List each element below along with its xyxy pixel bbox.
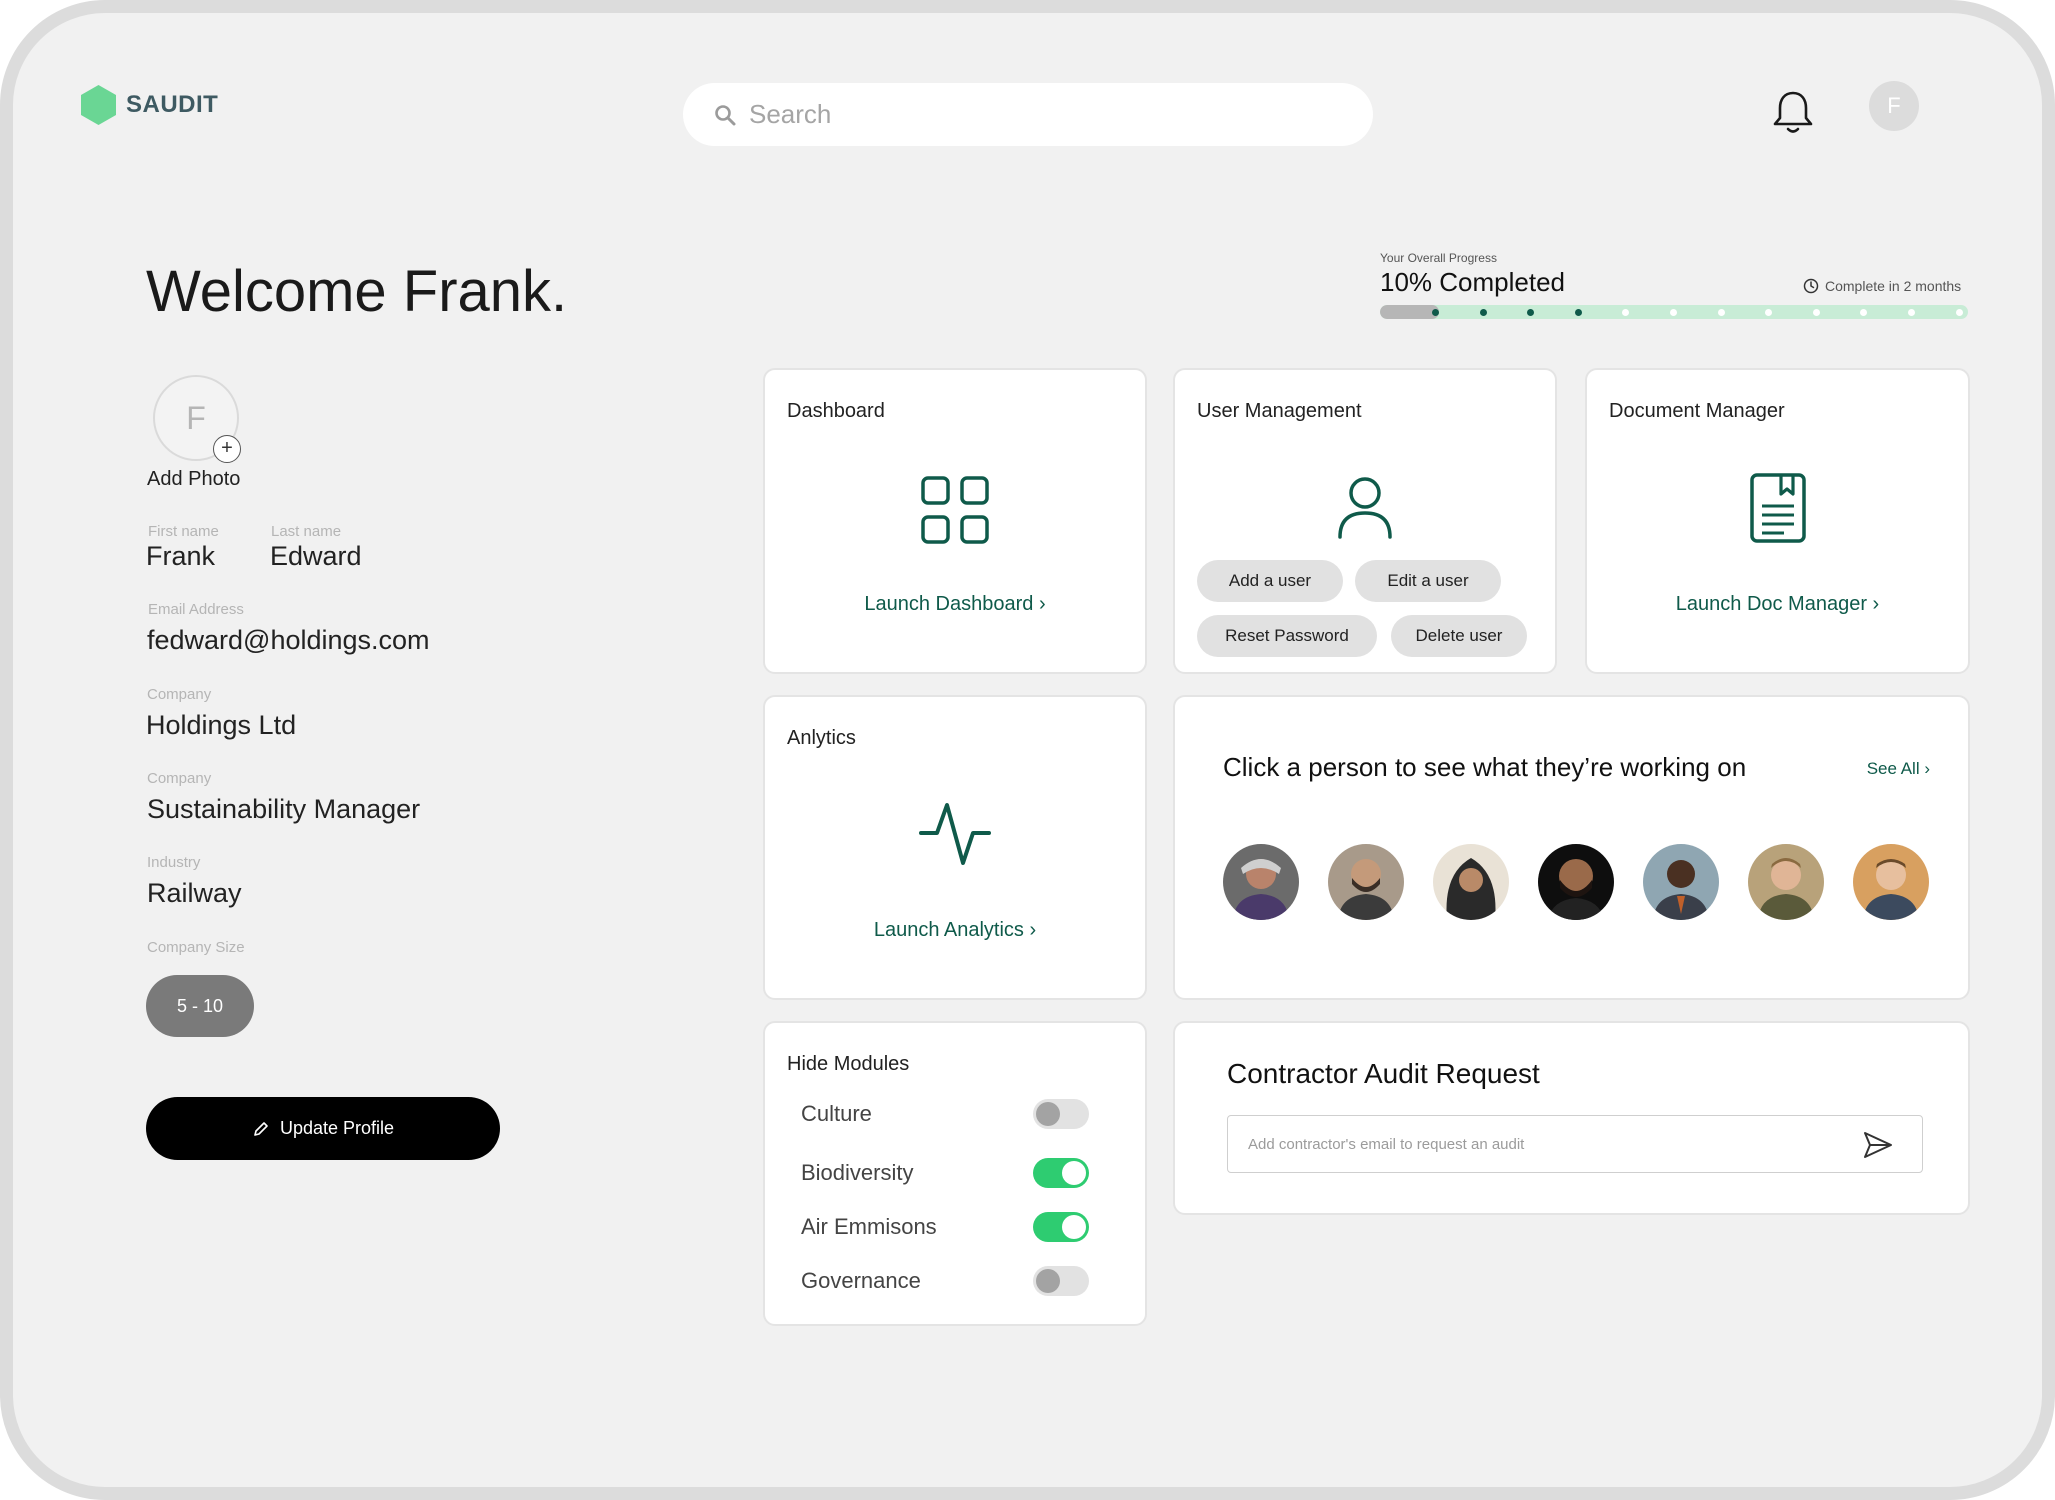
toggle-knob — [1036, 1269, 1060, 1293]
module-label: Biodiversity — [801, 1160, 914, 1185]
activity-pulse-icon — [919, 803, 991, 865]
last-name-value[interactable]: Edward — [270, 541, 362, 572]
progress-milestone-dot — [1574, 309, 1582, 316]
module-toggle[interactable] — [1033, 1158, 1089, 1188]
person-avatar[interactable] — [1433, 844, 1509, 920]
update-profile-label: Update Profile — [279, 1118, 395, 1138]
search-bar[interactable] — [683, 83, 1373, 146]
module-label: Governance — [801, 1268, 921, 1293]
progress-milestone-dot — [1908, 309, 1915, 316]
module-toggle[interactable] — [1033, 1266, 1089, 1296]
progress-caption: Your Overall Progress — [1380, 251, 1497, 265]
progress-milestone-dot — [1955, 309, 1963, 316]
delete-user-button[interactable]: Delete user — [1391, 615, 1527, 657]
analytics-title: Anlytics — [787, 727, 856, 749]
send-icon[interactable] — [1862, 1129, 1894, 1161]
toggle-knob — [1062, 1215, 1086, 1239]
progress-milestone-dot — [1432, 309, 1439, 316]
user-management-card: User Management Add a user Edit a user R… — [1173, 368, 1557, 674]
industry-value[interactable]: Railway — [147, 878, 242, 909]
analytics-card[interactable]: Anlytics Launch Analytics › — [763, 695, 1147, 1000]
clock-icon — [1803, 278, 1819, 294]
progress-milestone-dot — [1717, 309, 1725, 316]
user-management-title: User Management — [1197, 400, 1362, 422]
progress-milestone-dot — [1670, 309, 1677, 316]
module-toggle[interactable] — [1033, 1099, 1089, 1129]
see-all-link[interactable]: See All › — [1867, 759, 1930, 779]
progress-milestone-dot — [1479, 309, 1487, 316]
add-photo-label[interactable]: Add Photo — [147, 468, 240, 491]
hide-modules-title: Hide Modules — [787, 1053, 910, 1075]
role-label: Company — [147, 770, 212, 787]
search-input[interactable] — [749, 99, 1309, 130]
progress-eta: Complete in 2 months — [1803, 278, 1961, 294]
person-avatar[interactable] — [1853, 844, 1929, 920]
app-frame: SAUDIT F Welcome Frank. F + Add Photo Fi… — [0, 0, 2055, 1500]
person-avatar[interactable] — [1748, 844, 1824, 920]
company-size-label: Company Size — [147, 939, 245, 956]
industry-label: Industry — [147, 854, 201, 871]
dashboard-card-title: Dashboard — [787, 400, 885, 422]
user-icon — [1338, 477, 1392, 539]
brand-logo[interactable]: SAUDIT — [81, 85, 218, 125]
bell-icon[interactable] — [1769, 87, 1817, 137]
contractor-email-field[interactable] — [1227, 1115, 1923, 1173]
user-avatar[interactable]: F — [1869, 81, 1919, 131]
launch-analytics-link[interactable]: Launch Analytics › — [765, 919, 1145, 942]
email-value[interactable]: fedward@holdings.com — [147, 625, 430, 656]
company-size-pill[interactable]: 5 - 10 — [146, 975, 254, 1037]
company-value[interactable]: Holdings Ltd — [146, 710, 296, 741]
company-label: Company — [147, 686, 212, 703]
module-toggle[interactable] — [1033, 1212, 1089, 1242]
person-avatar[interactable] — [1643, 844, 1719, 920]
document-icon — [1749, 473, 1806, 543]
progress-title: 10% Completed — [1380, 267, 1565, 297]
add-photo-plus-icon[interactable]: + — [213, 435, 241, 463]
progress-fill — [1380, 305, 1439, 319]
grid-icon — [921, 476, 989, 544]
toggle-knob — [1062, 1161, 1086, 1185]
update-profile-button[interactable]: Update Profile — [146, 1097, 500, 1160]
person-avatar[interactable] — [1328, 844, 1404, 920]
toggle-knob — [1036, 1102, 1060, 1126]
pencil-icon — [254, 1121, 268, 1136]
document-manager-title: Document Manager — [1609, 400, 1785, 422]
email-label: Email Address — [148, 601, 244, 618]
dashboard-card[interactable]: Dashboard Launch Dashboard › — [763, 368, 1147, 674]
document-manager-card[interactable]: Document Manager Launch Doc Manager › — [1585, 368, 1970, 674]
last-name-label: Last name — [271, 523, 342, 540]
module-label: Culture — [801, 1101, 872, 1126]
launch-doc-manager-link[interactable]: Launch Doc Manager › — [1587, 593, 1968, 616]
progress-eta-text: Complete in 2 months — [1825, 278, 1962, 294]
progress-milestone-dot — [1812, 309, 1820, 316]
search-icon — [715, 104, 736, 125]
contractor-email-input[interactable] — [1248, 1135, 1848, 1153]
welcome-heading: Welcome Frank. — [146, 259, 568, 324]
module-label: Air Emmisons — [801, 1214, 937, 1239]
role-value[interactable]: Sustainability Manager — [147, 794, 420, 825]
audit-title: Contractor Audit Request — [1227, 1058, 1540, 1089]
contractor-audit-card: Contractor Audit Request — [1173, 1021, 1970, 1215]
reset-password-button[interactable]: Reset Password — [1197, 615, 1377, 657]
people-card: Click a person to see what they’re worki… — [1173, 695, 1970, 1000]
edit-user-button[interactable]: Edit a user — [1355, 560, 1501, 602]
hide-modules-card: Hide Modules Culture Biodiversity Air Emmi… — [763, 1021, 1147, 1326]
first-name-value[interactable]: Frank — [146, 541, 215, 572]
add-user-button[interactable]: Add a user — [1197, 560, 1343, 602]
person-avatar[interactable] — [1223, 844, 1299, 920]
people-card-title: Click a person to see what they’re worki… — [1223, 752, 1747, 782]
first-name-label: First name — [148, 523, 219, 540]
launch-dashboard-link[interactable]: Launch Dashboard › — [765, 593, 1145, 616]
logo-hexagon-icon — [81, 85, 116, 125]
brand-name: SAUDIT — [126, 91, 219, 118]
person-avatar[interactable] — [1538, 844, 1614, 920]
